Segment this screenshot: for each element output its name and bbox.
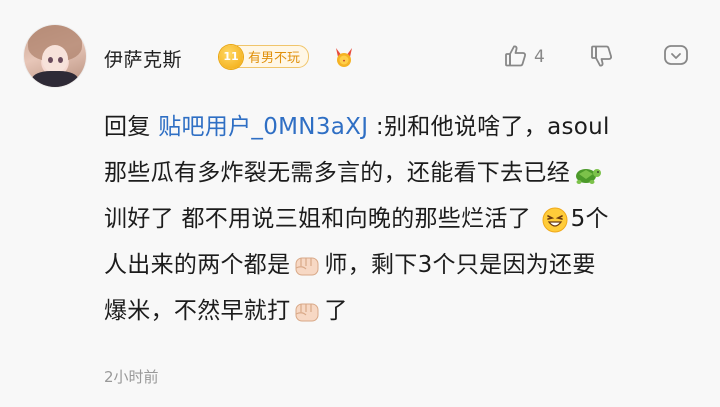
comment-line: 人出来的两个都是 师，剩下3个只是因为还要 — [104, 242, 704, 288]
avatar-body — [32, 71, 78, 87]
reply-prefix: 回复 — [104, 114, 151, 140]
dislike-icon[interactable] — [589, 43, 615, 69]
more-icon[interactable] — [662, 42, 690, 70]
like-icon[interactable] — [503, 43, 529, 69]
like-count: 4 — [534, 47, 545, 67]
comment-line: 训好了 都不用说三姐和向晚的那些烂活了 5个 — [104, 196, 704, 242]
comment-text: 训好了 都不用说三姐和向晚的那些烂活了 — [104, 206, 539, 232]
username[interactable]: 伊萨克斯 — [104, 45, 182, 72]
comment-text: 5个 — [570, 206, 609, 232]
comment-text: 人出来的两个都是 — [104, 252, 291, 278]
avatar-eye — [48, 57, 53, 63]
comment-line: 那些瓜有多炸裂无需多言的，还能看下去已经 — [104, 150, 704, 196]
comment-body: 回复 贴吧用户_0MN3aXJ :别和他说啥了，asoul 那些瓜有多炸裂无需多… — [104, 104, 704, 334]
timestamp: 2小时前 — [104, 368, 159, 386]
level-badge[interactable]: 11 有男不玩 — [219, 44, 310, 69]
comment-text: :别和他说啥了，asoul — [375, 114, 610, 140]
svg-text:•: • — [342, 58, 346, 65]
turtle-emoji — [576, 168, 601, 184]
level-number: 11 — [219, 44, 243, 69]
avatar-face — [42, 45, 68, 73]
comment-line: 爆米，不然早就打 了 — [104, 288, 704, 334]
medal-icon[interactable]: • — [332, 45, 356, 69]
avatar[interactable] — [24, 25, 86, 87]
grin-emoji — [542, 207, 568, 232]
avatar-eye — [58, 57, 63, 63]
comment-text: 爆米，不然早就打 — [104, 298, 291, 324]
comment-text: 了 — [324, 298, 348, 324]
fist-emoji — [295, 257, 319, 275]
level-title: 有男不玩 — [237, 45, 310, 68]
comment-text: 师，剩下3个只是因为还要 — [324, 252, 596, 278]
mention-link[interactable]: 贴吧用户_0MN3aXJ — [158, 114, 368, 140]
comment-text: 那些瓜有多炸裂无需多言的，还能看下去已经 — [104, 160, 570, 186]
fist-emoji — [295, 303, 319, 321]
comment-line: 回复 贴吧用户_0MN3aXJ :别和他说啥了，asoul — [104, 104, 704, 150]
